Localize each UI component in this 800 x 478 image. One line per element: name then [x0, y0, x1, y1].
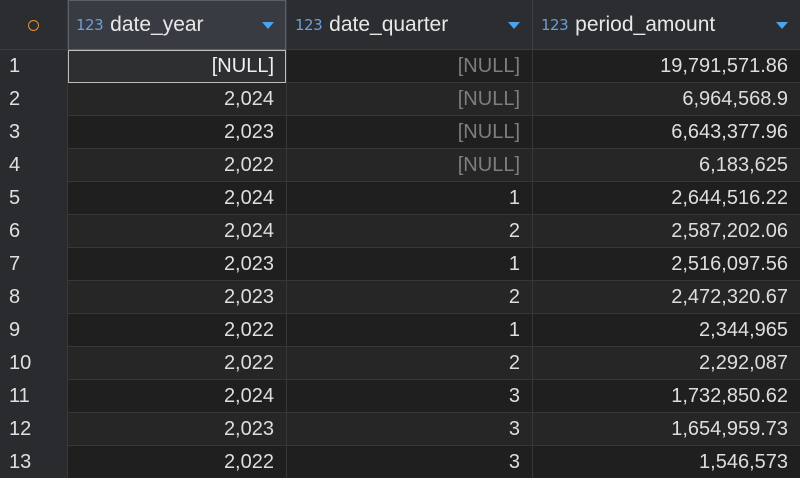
cell-date-year[interactable]: 2,022 [68, 314, 287, 347]
row-number[interactable]: 6 [0, 215, 68, 248]
cell-period-amount[interactable]: 6,964,568.9 [533, 83, 800, 116]
cell-period-amount[interactable]: 2,516,097.56 [533, 248, 800, 281]
cell-period-amount[interactable]: 2,344,965 [533, 314, 800, 347]
column-title: date_year [110, 13, 204, 36]
numeric-type-icon: 123 [541, 16, 569, 34]
cell-date-quarter[interactable]: 3 [287, 380, 533, 413]
row-number[interactable]: 3 [0, 116, 68, 149]
cell-date-year[interactable]: 2,024 [68, 83, 287, 116]
row-number[interactable]: 12 [0, 413, 68, 446]
cell-period-amount[interactable]: 1,654,959.73 [533, 413, 800, 446]
row-number[interactable]: 2 [0, 83, 68, 116]
cell-date-quarter[interactable]: 1 [287, 314, 533, 347]
sort-desc-icon[interactable] [776, 21, 788, 29]
cell-period-amount[interactable]: 19,791,571.86 [533, 50, 800, 83]
table-row[interactable]: 7 2,023 1 2,516,097.56 [0, 248, 800, 281]
column-header-date-year[interactable]: 123 date_year [68, 0, 287, 50]
column-header-date-quarter[interactable]: 123 date_quarter [287, 0, 533, 50]
cell-date-quarter[interactable]: [NULL] [287, 149, 533, 182]
column-header-period-amount[interactable]: 123 period_amount [533, 0, 800, 50]
cell-period-amount[interactable]: 6,643,377.96 [533, 116, 800, 149]
table-row[interactable]: 1 [NULL] [NULL] 19,791,571.86 [0, 50, 800, 83]
grid-header: 123 date_year 123 date_quarter 123 perio… [0, 0, 800, 50]
table-row[interactable]: 11 2,024 3 1,732,850.62 [0, 380, 800, 413]
table-row[interactable]: 5 2,024 1 2,644,516.22 [0, 182, 800, 215]
row-number[interactable]: 10 [0, 347, 68, 380]
cell-date-quarter[interactable]: [NULL] [287, 50, 533, 83]
cell-date-year[interactable]: 2,022 [68, 347, 287, 380]
numeric-type-icon: 123 [76, 16, 104, 34]
cell-date-year[interactable]: 2,024 [68, 380, 287, 413]
cell-date-year[interactable]: 2,022 [68, 446, 287, 478]
results-grid: 123 date_year 123 date_quarter 123 perio… [0, 0, 800, 478]
row-number[interactable]: 8 [0, 281, 68, 314]
row-number[interactable]: 7 [0, 248, 68, 281]
cell-period-amount[interactable]: 2,644,516.22 [533, 182, 800, 215]
cell-date-year[interactable]: 2,023 [68, 281, 287, 314]
cell-date-quarter[interactable]: 2 [287, 281, 533, 314]
column-title: date_quarter [329, 13, 449, 36]
cell-date-quarter[interactable]: 2 [287, 215, 533, 248]
cell-date-quarter[interactable]: 3 [287, 446, 533, 478]
cell-date-quarter[interactable]: 3 [287, 413, 533, 446]
cell-date-quarter[interactable]: [NULL] [287, 83, 533, 116]
table-row[interactable]: 8 2,023 2 2,472,320.67 [0, 281, 800, 314]
row-number[interactable]: 4 [0, 149, 68, 182]
cell-date-quarter[interactable]: [NULL] [287, 116, 533, 149]
circle-icon [28, 19, 39, 31]
cell-period-amount[interactable]: 2,472,320.67 [533, 281, 800, 314]
cell-date-year[interactable]: 2,022 [68, 149, 287, 182]
row-number[interactable]: 1 [0, 50, 68, 83]
cell-date-year[interactable]: 2,024 [68, 182, 287, 215]
row-number[interactable]: 5 [0, 182, 68, 215]
cell-period-amount[interactable]: 1,546,573 [533, 446, 800, 478]
numeric-type-icon: 123 [295, 16, 323, 34]
row-number[interactable]: 11 [0, 380, 68, 413]
row-number[interactable]: 9 [0, 314, 68, 347]
table-row[interactable]: 9 2,022 1 2,344,965 [0, 314, 800, 347]
cell-date-year[interactable]: 2,023 [68, 116, 287, 149]
table-row[interactable]: 10 2,022 2 2,292,087 [0, 347, 800, 380]
table-row[interactable]: 3 2,023 [NULL] 6,643,377.96 [0, 116, 800, 149]
cell-date-year[interactable]: 2,023 [68, 413, 287, 446]
cell-date-year[interactable]: 2,024 [68, 215, 287, 248]
cell-period-amount[interactable]: 1,732,850.62 [533, 380, 800, 413]
cell-date-quarter[interactable]: 1 [287, 248, 533, 281]
cell-date-year[interactable]: 2,023 [68, 248, 287, 281]
cell-period-amount[interactable]: 2,292,087 [533, 347, 800, 380]
table-row[interactable]: 6 2,024 2 2,587,202.06 [0, 215, 800, 248]
column-title: period_amount [575, 13, 716, 36]
table-row[interactable]: 12 2,023 3 1,654,959.73 [0, 413, 800, 446]
table-row[interactable]: 4 2,022 [NULL] 6,183,625 [0, 149, 800, 182]
cell-period-amount[interactable]: 6,183,625 [533, 149, 800, 182]
sort-desc-icon[interactable] [508, 21, 520, 29]
cell-period-amount[interactable]: 2,587,202.06 [533, 215, 800, 248]
row-number[interactable]: 13 [0, 446, 68, 478]
cell-date-year-selected[interactable]: [NULL] [68, 50, 287, 83]
select-all-corner[interactable] [0, 0, 68, 50]
cell-date-quarter[interactable]: 2 [287, 347, 533, 380]
table-row[interactable]: 13 2,022 3 1,546,573 [0, 446, 800, 478]
table-row[interactable]: 2 2,024 [NULL] 6,964,568.9 [0, 83, 800, 116]
sort-desc-icon[interactable] [262, 21, 274, 29]
cell-date-quarter[interactable]: 1 [287, 182, 533, 215]
